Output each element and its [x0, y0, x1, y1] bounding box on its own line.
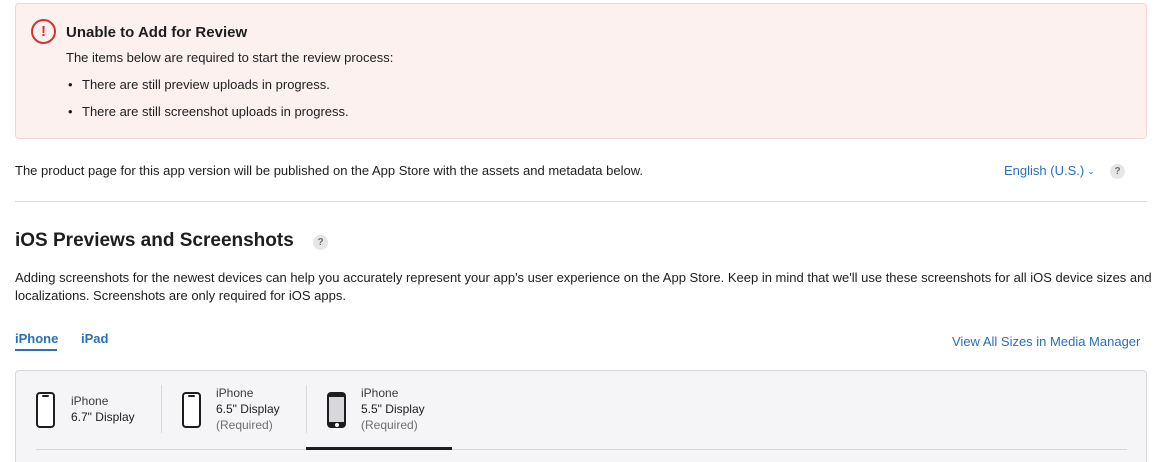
- device-label: iPhone 5.5" Display (Required): [361, 385, 425, 433]
- device-tab-iphone-6-7[interactable]: iPhone 6.7" Display: [16, 371, 161, 449]
- device-size-panel: iPhone 6.7" Display iPhone 6.5" Display …: [15, 370, 1147, 462]
- device-label: iPhone 6.5" Display (Required): [216, 385, 280, 433]
- language-selector[interactable]: English (U.S.) ⌄: [1004, 163, 1095, 178]
- device-size: 6.7" Display: [71, 410, 135, 424]
- alert-list-item: There are still screenshot uploads in pr…: [66, 104, 349, 131]
- iphone-notch-icon: [36, 392, 55, 428]
- language-label: English (U.S.): [1004, 163, 1085, 178]
- alert-list-item: There are still preview uploads in progr…: [66, 77, 349, 104]
- device-name: iPhone: [71, 394, 109, 408]
- review-error-alert: ! Unable to Add for Review The items bel…: [15, 3, 1147, 139]
- device-required: (Required): [216, 418, 273, 432]
- device-label: iPhone 6.7" Display: [71, 393, 135, 425]
- device-size: 5.5" Display: [361, 402, 425, 416]
- device-tab-iphone-6-5[interactable]: iPhone 6.5" Display (Required): [162, 371, 307, 449]
- view-all-sizes-link[interactable]: View All Sizes in Media Manager: [952, 334, 1140, 349]
- tab-ipad[interactable]: iPad: [81, 331, 108, 346]
- device-tab-iphone-5-5[interactable]: iPhone 5.5" Display (Required): [307, 371, 452, 449]
- device-selected-indicator: [306, 447, 452, 450]
- product-page-intro: The product page for this app version wi…: [15, 163, 644, 178]
- chevron-down-icon: ⌄: [1087, 166, 1095, 176]
- device-size: 6.5" Display: [216, 402, 280, 416]
- device-name: iPhone: [216, 386, 254, 400]
- alert-description: The items below are required to start th…: [66, 50, 394, 65]
- iphone-notch-icon: [182, 392, 201, 428]
- iphone-home-button-icon: [327, 392, 346, 428]
- section-title: iOS Previews and Screenshots: [15, 230, 294, 251]
- alert-title: Unable to Add for Review: [66, 24, 248, 41]
- divider: [15, 201, 1147, 202]
- panel-divider: [36, 449, 1127, 450]
- help-icon[interactable]: ?: [313, 235, 328, 250]
- device-name: iPhone: [361, 386, 399, 400]
- exclamation-circle-icon: !: [31, 19, 56, 44]
- tab-selected-indicator: [15, 349, 57, 351]
- section-description: Adding screenshots for the newest device…: [15, 270, 1152, 303]
- help-icon[interactable]: ?: [1110, 164, 1125, 179]
- alert-list: There are still preview uploads in progr…: [66, 77, 349, 131]
- tab-iphone[interactable]: iPhone: [15, 331, 58, 346]
- device-required: (Required): [361, 418, 418, 432]
